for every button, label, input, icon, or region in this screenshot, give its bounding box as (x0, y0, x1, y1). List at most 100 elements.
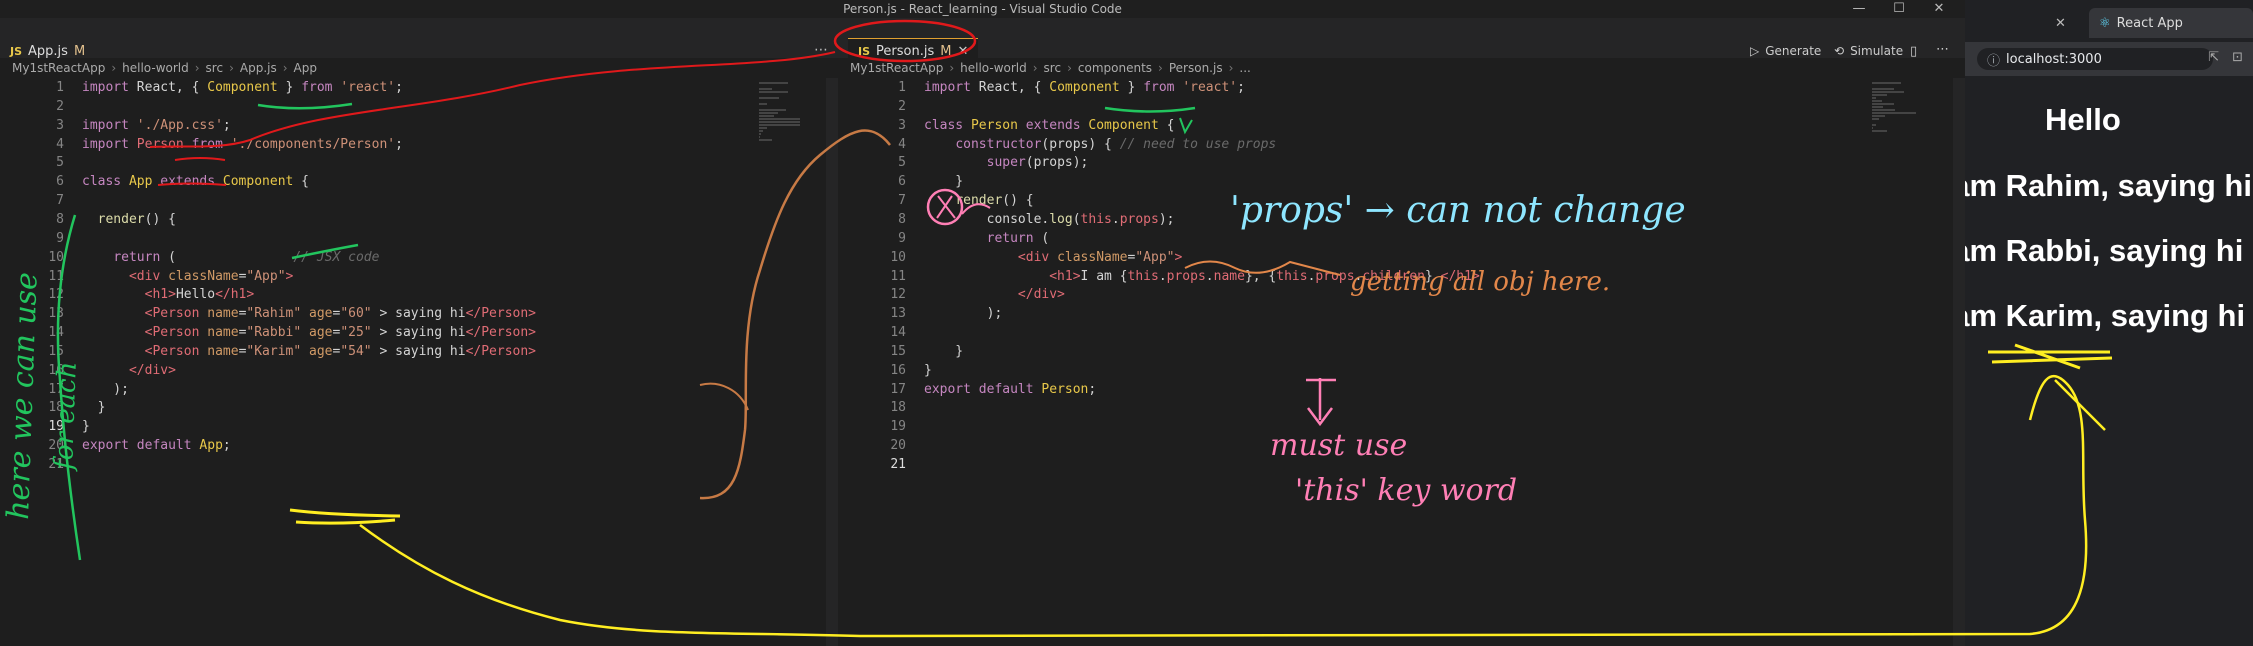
breadcrumb-separator-icon: › (229, 61, 234, 75)
breadcrumb-item[interactable]: My1stReactApp (850, 61, 943, 75)
breadcrumb-item[interactable]: components (1078, 61, 1152, 75)
code-line: import React, { Component } from 'react'… (82, 78, 403, 101)
code-token: React, { (128, 80, 208, 95)
play-icon: ▷ (1750, 44, 1760, 58)
minimap-line (1872, 97, 1876, 99)
close-tab-icon[interactable]: ✕ (2055, 8, 2066, 38)
right-editor[interactable]: 1 import React, { Component } from 'react… (838, 78, 1965, 646)
page-content: Hello I am Rahim, saying hi I am Rabbi, … (1965, 76, 2253, 646)
code-token: super (986, 155, 1026, 171)
split-editor-icon[interactable]: ▯ (1910, 44, 1917, 59)
code-token: import (82, 136, 129, 152)
code-token: Person (1041, 381, 1089, 397)
breadcrumb-item[interactable]: App.js (240, 61, 277, 75)
breadcrumb-item[interactable]: ... (1239, 61, 1250, 75)
code-token: from (1143, 80, 1175, 95)
install-app-icon[interactable]: ⊡ (2232, 50, 2243, 65)
minimap-line (1872, 130, 1888, 132)
code-token: (props); (1025, 155, 1089, 171)
code-token: App (128, 174, 153, 190)
minimap-line (759, 112, 778, 114)
more-actions-icon[interactable]: ⋯ (814, 42, 828, 58)
code-token: App (199, 438, 223, 454)
close-window-button[interactable]: ✕ (1925, 0, 1953, 18)
code-token: 'react' (340, 80, 396, 95)
breadcrumb-separator-icon: › (1067, 61, 1072, 75)
code-token: ; (395, 136, 403, 152)
code-token: from (301, 80, 333, 95)
minimap-line (759, 118, 800, 120)
left-editor[interactable]: 1 import React, { Component } from 'react… (0, 78, 838, 646)
left-breadcrumb: My1stReactApp › hello-world › src › App.js › App (0, 58, 838, 78)
code-token: from (191, 136, 223, 152)
modified-indicator: M (73, 43, 86, 59)
minimap-line (1872, 103, 1895, 105)
right-scrollbar[interactable] (1953, 78, 1965, 646)
code-line: export default Person; (924, 376, 1096, 403)
minimap[interactable] (755, 78, 805, 158)
code-token: props (1166, 268, 1206, 284)
line-number: 21 (48, 457, 64, 472)
url-field[interactable]: ⓘ localhost:3000 (1977, 48, 2213, 70)
url-text: localhost:3000 (2006, 51, 2102, 67)
breadcrumb-separator-icon: › (111, 61, 117, 75)
line-number: 21 (890, 457, 906, 472)
breadcrumb-item[interactable]: src (1044, 61, 1062, 75)
code-token: { (293, 174, 310, 190)
generate-button[interactable]: ▷ Generate (1750, 44, 1821, 58)
code-line: ); (924, 300, 1003, 327)
minimap-line (759, 103, 768, 105)
code-token: > saying hi (371, 343, 466, 359)
breadcrumb-item[interactable]: src (206, 61, 224, 75)
code-token: Component (207, 80, 278, 95)
code-token: import (82, 80, 129, 95)
code-token: </h1> (1440, 268, 1480, 284)
code-token: name (207, 343, 239, 359)
code-token: . (1158, 268, 1167, 284)
breadcrumb-item[interactable]: My1stReactApp (12, 61, 105, 75)
minimap-line (759, 115, 775, 117)
code-token: ; (395, 80, 403, 95)
close-tab-icon[interactable]: ✕ (957, 44, 968, 59)
minimap-line (1872, 124, 1876, 126)
breadcrumb-separator-icon: › (1158, 61, 1163, 75)
minimap-line (759, 136, 760, 138)
minimap-line (759, 109, 786, 111)
minimize-button[interactable]: — (1845, 0, 1873, 18)
react-logo-icon: ⚛ (2099, 15, 2111, 31)
minimap-line (1872, 82, 1901, 84)
minimap-line (1872, 112, 1916, 114)
code-token: "54" (340, 343, 372, 359)
code-token: class (82, 174, 122, 190)
person-line: I am Rahim, saying hi (1965, 168, 2252, 203)
browser-tab-react-app[interactable]: ⚛ React App (2089, 8, 2253, 38)
more-actions-icon[interactable]: ⋯ (1936, 42, 1949, 57)
code-token: } (277, 80, 302, 95)
code-token: React, { (970, 80, 1050, 95)
code-token: children (1362, 268, 1425, 284)
share-icon[interactable]: ⇱ (2208, 50, 2219, 65)
left-scrollbar[interactable] (826, 78, 838, 646)
breadcrumb-item[interactable]: App (294, 61, 317, 75)
breadcrumb-item[interactable]: hello-world (122, 61, 189, 75)
maximize-button[interactable]: ☐ (1885, 0, 1913, 18)
breadcrumb-separator-icon: › (194, 61, 200, 75)
code-token: name (1213, 268, 1245, 284)
browser-window: ✕ ⚛ React App ⓘ localhost:3000 ⇱ ⊡ Hello… (1965, 0, 2253, 646)
window-titlebar: Person.js - React_learning - Visual Stud… (0, 0, 1965, 18)
js-file-icon: JS (10, 44, 23, 58)
breadcrumb-item[interactable]: Person.js (1169, 61, 1223, 75)
code-token: import (924, 80, 971, 95)
simulate-button[interactable]: ⟲ Simulate (1834, 44, 1903, 58)
code-token: this (1276, 268, 1308, 284)
minimap-line (759, 82, 788, 84)
minimap-line (1872, 100, 1882, 102)
minimap-line (759, 97, 780, 99)
breadcrumb-item[interactable]: hello-world (960, 61, 1027, 75)
minimap[interactable] (1868, 78, 1918, 158)
